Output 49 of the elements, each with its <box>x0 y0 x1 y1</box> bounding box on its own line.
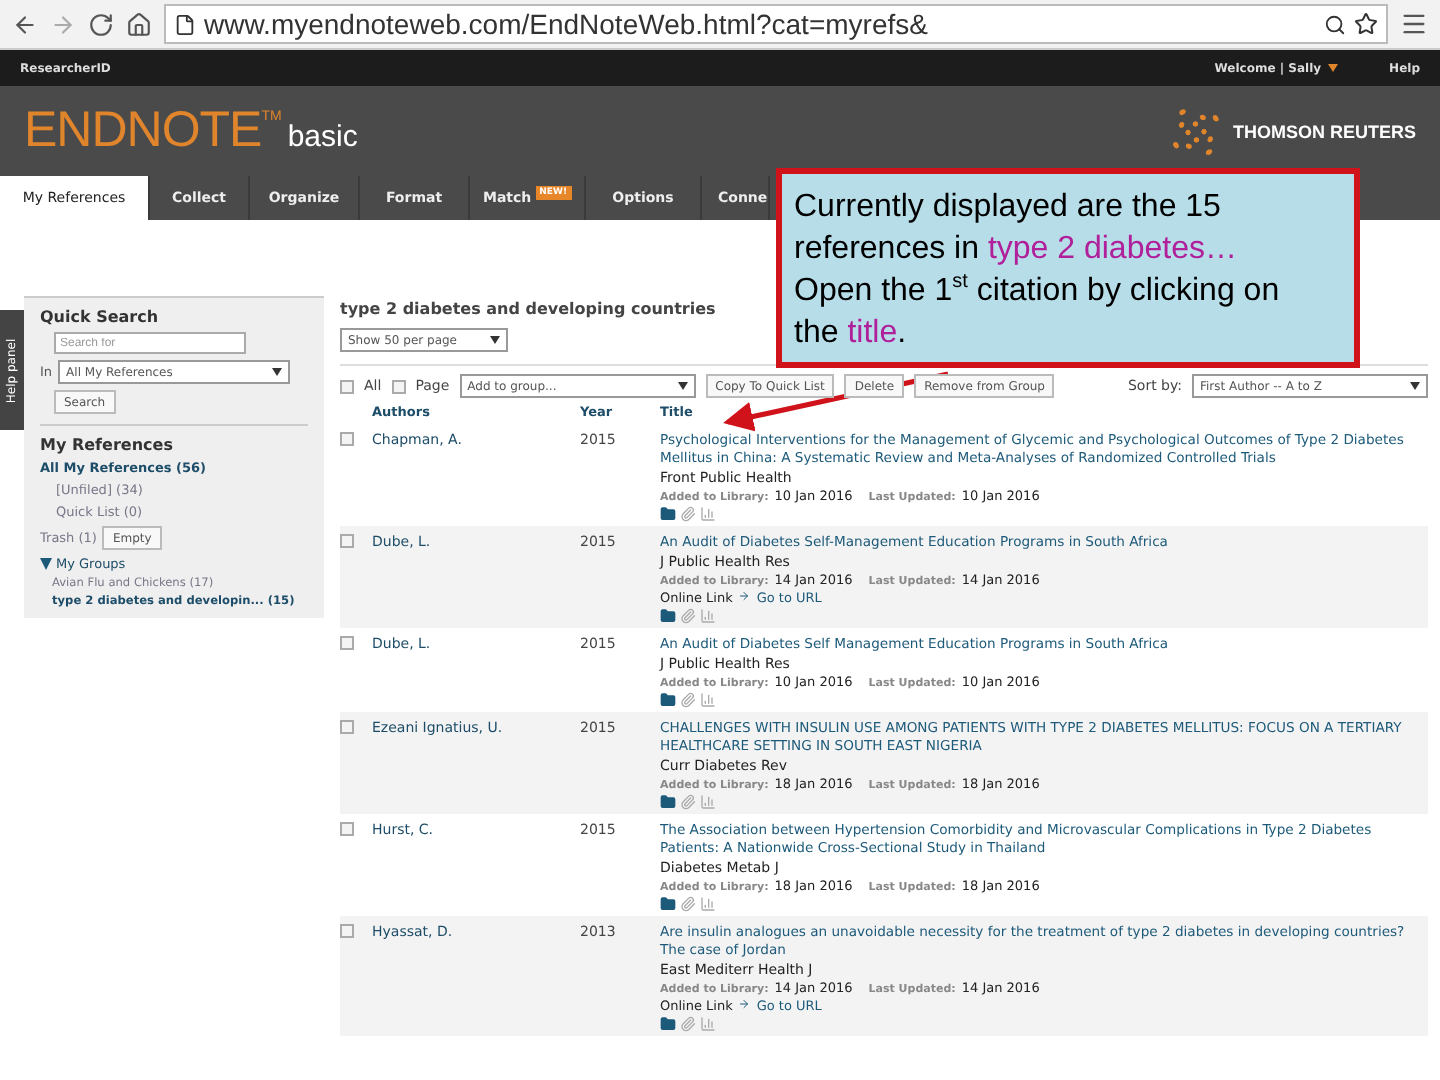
folder-icon[interactable] <box>660 608 676 624</box>
section-title: My References <box>40 436 175 454</box>
checkbox[interactable] <box>391 379 406 393</box>
forward-icon[interactable] <box>50 11 76 37</box>
folder-icon[interactable] <box>660 1016 676 1032</box>
folder-icon[interactable] <box>660 896 676 912</box>
checkbox[interactable] <box>340 924 354 938</box>
checkbox[interactable] <box>340 822 354 836</box>
dropdown-caret-icon <box>490 336 500 344</box>
paperclip-icon[interactable] <box>680 692 696 708</box>
paperclip-icon[interactable] <box>680 794 696 810</box>
menu-icon[interactable] <box>1400 10 1428 38</box>
back-icon[interactable] <box>12 11 38 37</box>
folder-icon[interactable] <box>660 692 676 708</box>
paperclip-icon[interactable] <box>680 1016 696 1032</box>
paperclip-icon[interactable] <box>680 506 696 522</box>
reload-icon[interactable] <box>88 11 114 37</box>
triangle-icon <box>40 558 52 570</box>
bar-chart-icon[interactable] <box>700 896 716 912</box>
dotted-globe-icon <box>1170 105 1223 157</box>
bar-chart-icon[interactable] <box>700 506 716 522</box>
section-title: Quick Search <box>40 308 161 326</box>
bar-chart-icon[interactable] <box>700 1016 716 1032</box>
address-bar[interactable]: www.myendnoteweb.com/EndNoteWeb.html?cat=myrefs& <box>164 4 1388 44</box>
arrow-icon <box>738 590 751 602</box>
group-heading: type 2 diabetes and developing countries <box>340 300 716 318</box>
paperclip-icon[interactable] <box>680 896 696 912</box>
home-icon[interactable] <box>126 11 152 37</box>
checkbox[interactable] <box>340 720 354 734</box>
checkbox[interactable] <box>340 379 354 393</box>
arrow-icon <box>738 998 751 1010</box>
bar-chart-icon[interactable] <box>700 608 716 624</box>
page-icon <box>174 13 196 35</box>
bar-chart-icon[interactable] <box>700 794 716 810</box>
callout-text: Currently displayed are the 15 references in type 2 diabetes… Open the 1$^{st}$ citation by clicking on the title. <box>794 188 1282 354</box>
paperclip-icon[interactable] <box>680 608 696 624</box>
star-icon[interactable] <box>1354 12 1378 36</box>
bar-chart-icon[interactable] <box>700 692 716 708</box>
dropdown-caret-icon <box>1327 64 1338 72</box>
dropdown-caret-icon <box>677 382 688 390</box>
folder-icon[interactable] <box>660 794 676 810</box>
checkbox[interactable] <box>340 636 354 650</box>
dropdown-caret-icon <box>272 368 283 376</box>
checkbox[interactable] <box>340 534 354 548</box>
partner-logo-text: THOMSON REUTERS <box>1232 121 1416 141</box>
folder-icon[interactable] <box>660 506 676 522</box>
zoom-icon[interactable] <box>1324 13 1346 35</box>
dropdown-caret-icon <box>1410 382 1420 390</box>
checkbox[interactable] <box>340 432 354 446</box>
